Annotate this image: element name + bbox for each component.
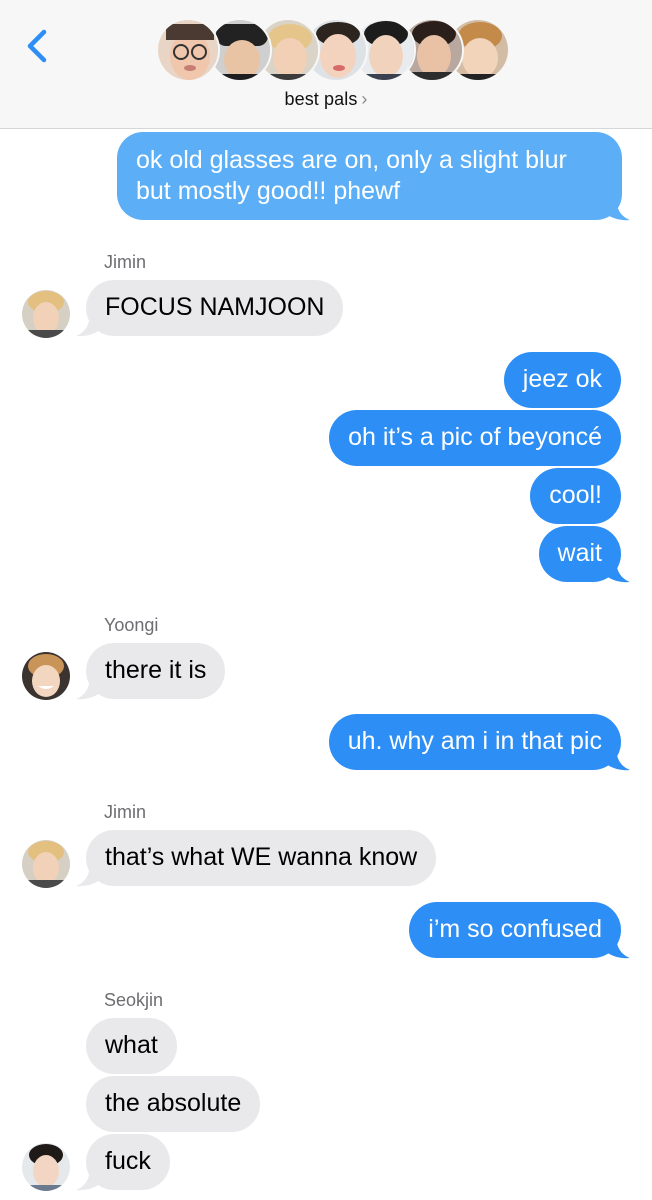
received-message[interactable]: FOCUS NAMJOON	[86, 280, 344, 336]
back-button[interactable]	[20, 24, 56, 68]
message-text-line: but mostly good!! phewf	[136, 177, 401, 205]
chevron-left-icon	[27, 29, 47, 63]
message-text: oh it’s a pic of beyoncé	[348, 423, 602, 451]
received-message[interactable]: there it is	[86, 643, 226, 699]
message-text: what	[105, 1031, 158, 1059]
message-text: cool!	[549, 481, 602, 509]
avatar[interactable]	[22, 652, 70, 700]
sender-name: Jimin	[104, 802, 147, 822]
group-avatars[interactable]	[156, 18, 510, 82]
message-text-line: ok old glasses are on, only a slight blu…	[136, 146, 567, 174]
sender-name: Jimin	[104, 252, 147, 272]
message-text: uh. why am i in that pic	[347, 727, 602, 755]
sent-message[interactable]: cool!	[530, 468, 621, 524]
avatar	[156, 18, 220, 82]
message-text: i’m so confused	[428, 915, 602, 943]
sent-message[interactable]: oh it’s a pic of beyoncé	[329, 410, 621, 466]
received-message[interactable]: what	[86, 1018, 177, 1074]
group-name-label: best pals	[284, 89, 358, 109]
message-text: that’s what WE wanna know	[105, 843, 418, 871]
sent-message[interactable]: i’m so confused	[409, 902, 621, 958]
bubble-tail	[76, 312, 102, 337]
message-text: there it is	[105, 656, 207, 684]
message-text: fuck	[105, 1147, 151, 1175]
sent-message[interactable]: uh. why am i in that pic	[328, 714, 621, 770]
chevron-right-icon: ›	[361, 89, 368, 109]
sent-message[interactable]: jeez ok	[503, 352, 621, 408]
avatar[interactable]	[22, 290, 70, 338]
avatar[interactable]	[22, 840, 70, 888]
message-text: FOCUS NAMJOON	[105, 293, 325, 321]
bubble-tail	[604, 934, 630, 959]
avatar[interactable]	[22, 1143, 70, 1191]
received-message[interactable]: the absolute	[86, 1076, 261, 1132]
sender-name: Seokjin	[104, 990, 164, 1010]
bubble-tail	[76, 1166, 102, 1191]
message-text: jeez ok	[522, 365, 602, 393]
sender-name: Yoongi	[104, 615, 159, 635]
bubble-tail	[76, 862, 102, 887]
received-message[interactable]: that’s what WE wanna know	[86, 830, 437, 886]
bubble-tail	[604, 196, 630, 221]
bubble-tail	[604, 558, 630, 583]
conversation-header: best pals ›	[0, 0, 652, 129]
message-text: the absolute	[105, 1089, 242, 1117]
group-name[interactable]: best pals ›	[0, 89, 652, 110]
message-text: wait	[557, 539, 602, 567]
bubble-tail	[76, 675, 102, 700]
bubble-tail	[604, 746, 630, 771]
sent-message[interactable]: ok old glasses are on, only a slight blu…	[117, 132, 622, 220]
